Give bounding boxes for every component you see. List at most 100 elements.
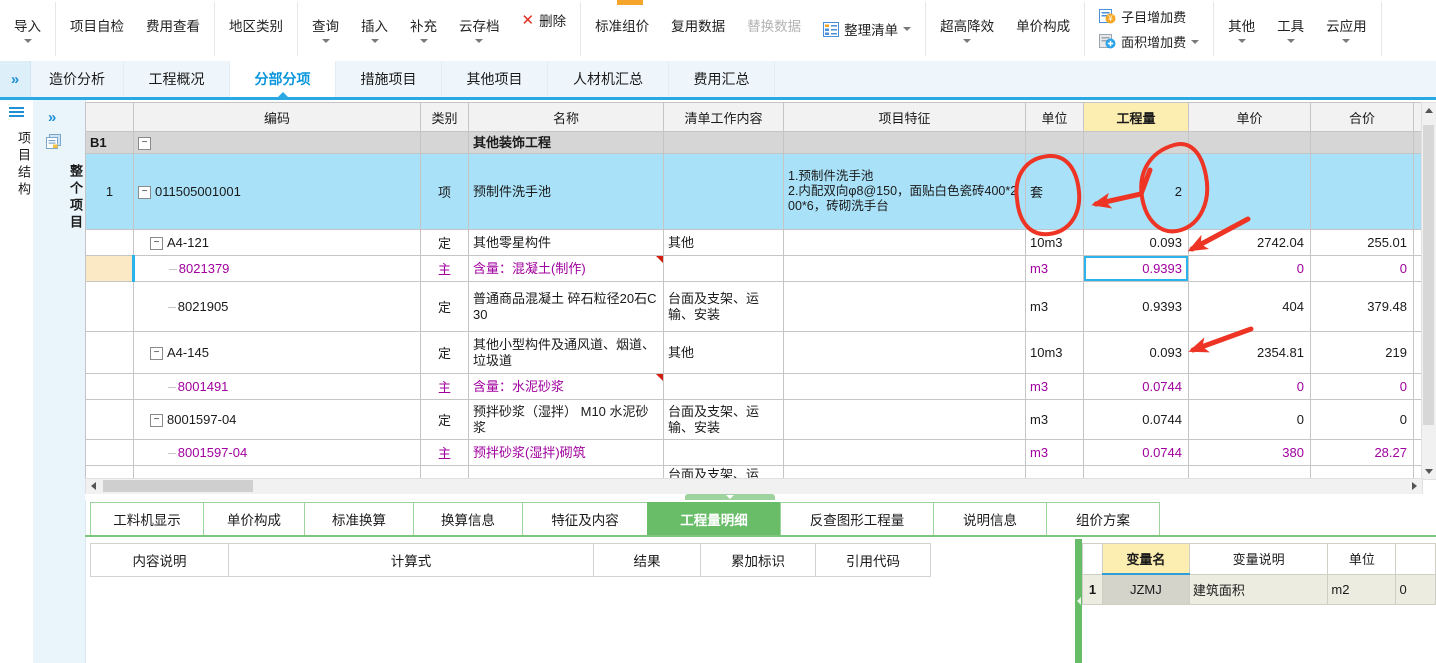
vertical-scroll-thumb[interactable] xyxy=(1423,125,1434,425)
horizontal-scroll-thumb[interactable] xyxy=(103,480,253,492)
collapse-icon[interactable] xyxy=(150,237,163,251)
detail-tabbar: 工料机显示 单价构成 标准换算 换算信息 特征及内容 工程量明细 反查图形工程量… xyxy=(85,500,1436,537)
btab-description[interactable]: 说明信息 xyxy=(933,502,1047,535)
table-row-8001597-04-main[interactable]: 8001597-04 主 预拌砂浆(湿拌)砌筑 m3 0.0744 380 28… xyxy=(85,439,1421,466)
scroll-up-button[interactable] xyxy=(1422,103,1435,118)
btab-pricing-scheme[interactable]: 组价方案 xyxy=(1046,502,1160,535)
table-row-a4-121[interactable]: A4-121 定 其他零星构件 其他 10m3 0.093 2742.04 25… xyxy=(85,229,1421,256)
yuan-doc-icon: ¥ xyxy=(1099,9,1116,24)
reuse-data-button[interactable]: 复用数据 xyxy=(671,15,725,43)
collapse-icon[interactable] xyxy=(150,414,163,428)
query-button[interactable]: 查询 xyxy=(312,15,339,43)
replace-data-button[interactable]: 替换数据 xyxy=(747,15,801,43)
table-row-8021905[interactable]: 8021905 定 普通商品混凝土 碎石粒径20石C30 台面及支架、运输、安装… xyxy=(85,281,1421,332)
selected-cell[interactable]: 0.9393 xyxy=(1083,255,1189,282)
fee-view-button[interactable]: 费用查看 xyxy=(146,15,200,43)
btab-graphic-quantity[interactable]: 反查图形工程量 xyxy=(780,502,934,535)
toolbar-group-more: 其他 工具 云应用 xyxy=(1214,2,1382,56)
organize-list-button[interactable]: 整理清单 xyxy=(823,19,912,39)
import-label: 导入 xyxy=(14,19,41,34)
subitem-surcharge-button[interactable]: ¥ 子目增加费 xyxy=(1099,7,1199,26)
chevron-down-icon xyxy=(963,39,972,43)
col-var-unit[interactable]: 单位 xyxy=(1327,543,1397,575)
cloud-save-button[interactable]: 云存档 xyxy=(459,15,500,43)
chevron-down-icon xyxy=(1342,39,1351,43)
tab-other-items[interactable]: 其他项目 xyxy=(442,61,548,97)
col-total-price[interactable]: 合价 xyxy=(1310,102,1414,132)
others-button[interactable]: 其他 xyxy=(1228,15,1255,43)
table-row-8001491[interactable]: 8001491 主 含量：水泥砂浆 m3 0.0744 0 0 xyxy=(85,373,1421,400)
col-formula[interactable]: 计算式 xyxy=(228,543,594,577)
variable-row-jzmj[interactable]: 1 JZMJ 建筑面积 m2 0 xyxy=(1082,573,1436,605)
scroll-down-button[interactable] xyxy=(1422,464,1435,479)
tools-button[interactable]: 工具 xyxy=(1277,15,1304,43)
self-check-button[interactable]: 项目自检 xyxy=(70,15,124,43)
green-divider[interactable] xyxy=(1075,539,1082,663)
table-row-group-b1[interactable]: B1 其他装饰工程 xyxy=(85,131,1421,154)
chevron-down-icon xyxy=(1237,39,1246,43)
delete-button[interactable]: 删除 xyxy=(522,10,566,30)
chevron-down-icon xyxy=(475,39,484,43)
supplement-button[interactable]: 补充 xyxy=(410,15,437,43)
col-unit-price[interactable]: 单价 xyxy=(1188,102,1311,132)
col-var-stub xyxy=(1395,543,1436,575)
col-code[interactable]: 编码 xyxy=(133,102,421,132)
collapse-icon[interactable] xyxy=(138,186,151,200)
table-row-8001597-04[interactable]: 8001597-04 定 预拌砂浆（湿拌） M10 水泥砂浆 台面及支架、运输、… xyxy=(85,399,1421,440)
table-row-a4-145[interactable]: A4-145 定 其他小型构件及通风道、烟道、垃圾道 其他 10m3 0.093… xyxy=(85,331,1421,374)
toolbar-group-import: 导入 xyxy=(0,2,56,56)
expand-panel-icon[interactable]: » xyxy=(48,109,85,126)
scroll-left-button[interactable] xyxy=(86,479,101,493)
tab-cost-analysis[interactable]: 造价分析 xyxy=(31,61,124,97)
cloud-apps-button[interactable]: 云应用 xyxy=(1326,15,1367,43)
col-quantity[interactable]: 工程量 xyxy=(1083,102,1189,132)
insert-button[interactable]: 插入 xyxy=(361,15,388,43)
chevron-down-icon xyxy=(419,39,428,43)
detail-header-row: 内容说明 计算式 结果 累加标识 引用代码 xyxy=(90,543,931,577)
selected-variable-cell[interactable]: JZMJ xyxy=(1101,573,1190,605)
btab-labor-machine[interactable]: 工料机显示 xyxy=(90,502,204,535)
tree-item-whole-project[interactable]: 整个项目 xyxy=(33,164,85,232)
unit-price-composition-button[interactable]: 单价构成 xyxy=(1016,15,1070,43)
table-row-partial[interactable]: 台面及支架、运输、 xyxy=(85,465,1421,478)
btab-feature-content[interactable]: 特征及内容 xyxy=(522,502,648,535)
main-tabbar: » 造价分析 工程概况 分部分项 措施项目 其他项目 人材机汇总 费用汇总 xyxy=(0,61,1436,100)
superhigh-reduction-button[interactable]: 超高降效 xyxy=(940,15,994,43)
tab-subsections[interactable]: 分部分项 xyxy=(230,61,336,97)
col-result[interactable]: 结果 xyxy=(593,543,701,577)
col-ref-code[interactable]: 引用代码 xyxy=(815,543,931,577)
col-work-content[interactable]: 清单工作内容 xyxy=(663,102,784,132)
vertical-scrollbar[interactable] xyxy=(1421,102,1436,480)
table-row-8021379[interactable]: 8021379 主 含量：混凝土(制作) m3 0.9393 0 0 xyxy=(85,255,1421,282)
chevron-down-icon xyxy=(1191,39,1200,44)
area-surcharge-button[interactable]: 面积增加费 xyxy=(1099,32,1200,51)
col-accumulate[interactable]: 累加标识 xyxy=(700,543,816,577)
toolbar: 导入 项目自检 费用查看 地区类别 查询 插入 补充 云存档 删除 标准组价 复… xyxy=(0,0,1436,62)
note-corner-marker xyxy=(656,256,663,263)
btab-std-conversion[interactable]: 标准换算 xyxy=(304,502,414,535)
scroll-right-button[interactable] xyxy=(1407,479,1422,493)
col-content-desc[interactable]: 内容说明 xyxy=(90,543,229,577)
tab-fee-summary[interactable]: 费用汇总 xyxy=(669,61,775,97)
col-var-name[interactable]: 变量名 xyxy=(1101,543,1190,575)
btab-quantity-detail[interactable]: 工程量明细 xyxy=(647,502,781,535)
tab-measure-items[interactable]: 措施项目 xyxy=(336,61,442,97)
import-button[interactable]: 导入 xyxy=(14,15,41,43)
col-unit[interactable]: 单位 xyxy=(1025,102,1084,132)
col-var-desc[interactable]: 变量说明 xyxy=(1188,543,1329,575)
col-category[interactable]: 类别 xyxy=(420,102,469,132)
collapse-icon[interactable] xyxy=(150,347,163,361)
standard-pricing-button[interactable]: 标准组价 xyxy=(595,15,649,43)
collapse-panel-button[interactable]: » xyxy=(0,61,31,97)
btab-price-comp[interactable]: 单价构成 xyxy=(203,502,305,535)
col-name[interactable]: 名称 xyxy=(468,102,664,132)
tab-project-overview[interactable]: 工程概况 xyxy=(124,61,230,97)
region-category-button[interactable]: 地区类别 xyxy=(229,15,283,43)
col-stub xyxy=(1413,102,1421,132)
col-feature[interactable]: 项目特征 xyxy=(783,102,1026,132)
table-row-item-1[interactable]: 1 011505001001 项 预制件洗手池 1.预制件洗手池 2.内配双向φ… xyxy=(85,153,1421,230)
tab-labor-material[interactable]: 人材机汇总 xyxy=(548,61,669,97)
btab-conversion-info[interactable]: 换算信息 xyxy=(413,502,523,535)
menu-icon[interactable] xyxy=(9,107,24,109)
collapse-icon[interactable] xyxy=(138,137,151,151)
